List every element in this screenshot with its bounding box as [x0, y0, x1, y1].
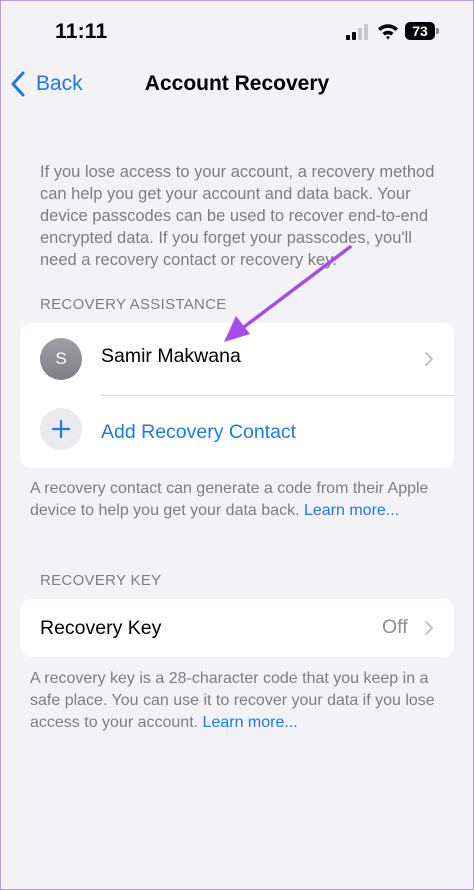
recovery-contact-footer: A recovery contact can generate a code f…	[30, 478, 450, 522]
recovery-key-status: Off	[382, 616, 408, 638]
status-time: 11:11	[55, 20, 108, 43]
chevron-right-icon	[425, 621, 433, 635]
plus-icon	[40, 408, 82, 450]
section-header-recovery-assistance: RECOVERY ASSISTANCE	[40, 296, 227, 313]
intro-description: If you lose access to your account, a re…	[40, 163, 435, 269]
page-title: Account Recovery	[144, 72, 330, 95]
learn-more-link[interactable]: Learn more...	[203, 714, 298, 731]
signal-icon	[346, 24, 368, 40]
add-recovery-contact-label: Add Recovery Contact	[101, 421, 297, 443]
wifi-icon	[378, 24, 398, 40]
chevron-right-icon	[425, 352, 433, 366]
recovery-key-card: Recovery Key Off	[20, 599, 454, 657]
status-bar: 11:11 73	[0, 0, 474, 60]
recovery-key-row[interactable]: Recovery Key Off	[20, 599, 454, 657]
section-header-recovery-key: RECOVERY KEY	[40, 572, 162, 589]
recovery-key-footer: A recovery key is a 28-character code th…	[30, 668, 450, 734]
recovery-assistance-card: S Samir Makwana Add Recovery Contact	[20, 323, 454, 468]
recovery-key-label: Recovery Key	[40, 617, 162, 639]
battery-level: 73	[412, 23, 428, 39]
recovery-contact-row[interactable]: S Samir Makwana	[20, 323, 454, 395]
add-recovery-contact-button[interactable]: Add Recovery Contact	[20, 396, 454, 468]
recovery-contact-name: Samir Makwana	[101, 345, 241, 367]
avatar: S	[40, 338, 82, 380]
learn-more-link[interactable]: Learn more...	[304, 502, 399, 519]
battery-icon: 73	[405, 22, 439, 40]
